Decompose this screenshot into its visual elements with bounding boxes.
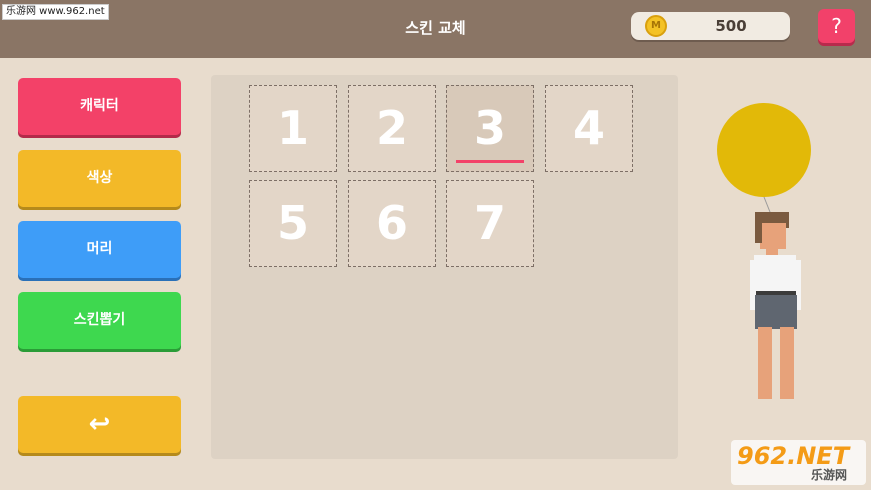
- selection-underline: [456, 160, 524, 163]
- coin-value: 500: [715, 17, 747, 35]
- hair-button[interactable]: 머리: [18, 221, 181, 278]
- help-button[interactable]: ?: [818, 9, 855, 43]
- character-face: [760, 223, 786, 249]
- character-leg-right: [780, 327, 794, 399]
- back-button[interactable]: ↩: [18, 396, 181, 453]
- skin-slot-5[interactable]: 5: [249, 180, 337, 267]
- coin-balance: M 500: [631, 12, 790, 40]
- watermark-bottom-right: 962.NET 乐游网: [731, 440, 866, 485]
- skin-slot-2[interactable]: 2: [348, 85, 436, 172]
- skin-slot-3-selected[interactable]: 3: [446, 85, 534, 172]
- balloon: [717, 103, 811, 197]
- character-hair-side: [755, 223, 762, 243]
- skin-slot-6[interactable]: 6: [348, 180, 436, 267]
- skin-slot-3-label: 3: [473, 101, 506, 155]
- character-shorts: [755, 295, 797, 329]
- character-leg-left: [758, 327, 772, 399]
- coin-icon: M: [645, 15, 667, 37]
- watermark-sub-text: 乐游网: [811, 468, 848, 482]
- skin-slot-7[interactable]: 7: [446, 180, 534, 267]
- character-preview: [717, 103, 811, 399]
- color-button[interactable]: 색상: [18, 150, 181, 207]
- skin-gacha-button[interactable]: 스킨뽑기: [18, 292, 181, 349]
- skin-slot-1[interactable]: 1: [249, 85, 337, 172]
- return-arrow-icon: ↩: [88, 409, 111, 439]
- character-button[interactable]: 캐릭터: [18, 78, 181, 135]
- skin-slot-4[interactable]: 4: [545, 85, 633, 172]
- character-shirt: [754, 255, 796, 295]
